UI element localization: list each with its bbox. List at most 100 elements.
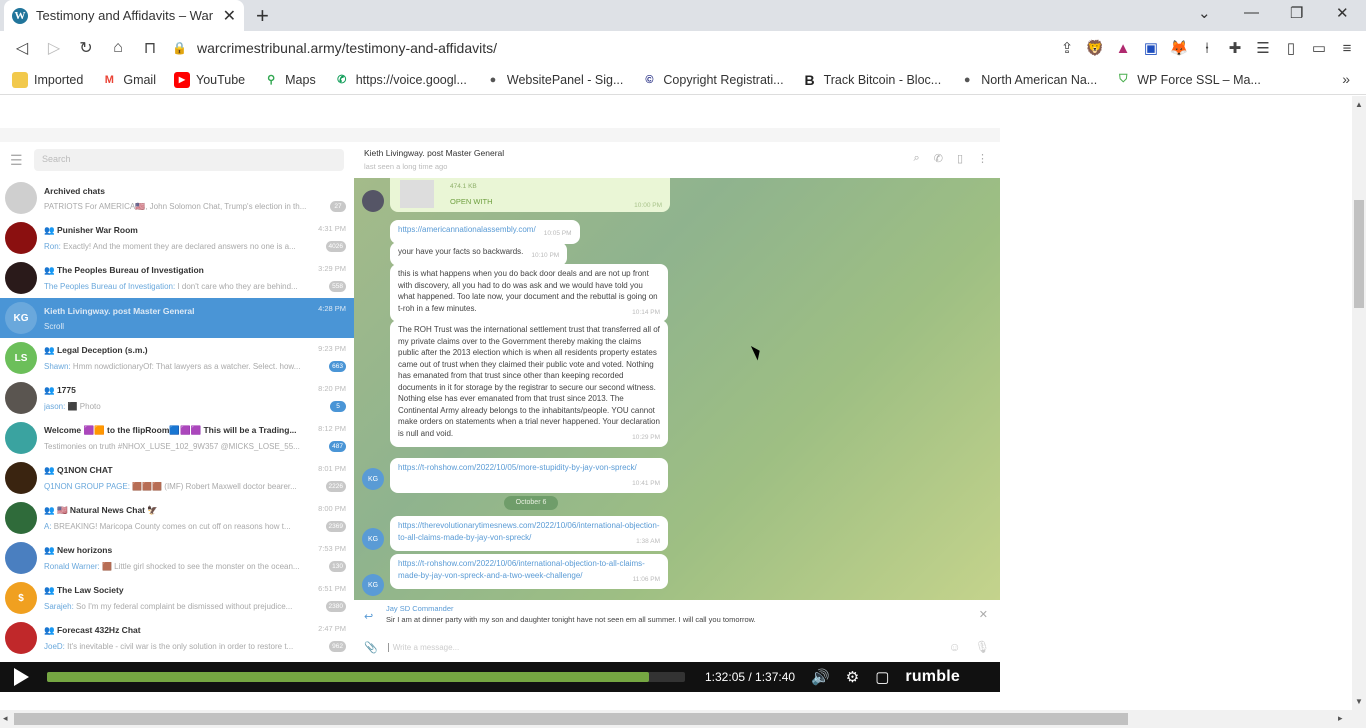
minimize-button[interactable]: — <box>1244 4 1259 21</box>
chat-name-text: 🇺🇸 Natural News Chat 🦅 <box>56 505 158 515</box>
menu-icon[interactable]: ≡ <box>1338 39 1356 57</box>
home-button[interactable]: ⌂ <box>102 39 134 57</box>
chat-avatar <box>5 182 37 214</box>
bookmark-voice[interactable]: ✆ https://voice.googl... <box>334 72 467 88</box>
chat-time: 6:51 PM <box>318 584 346 593</box>
chat-list-item[interactable]: 👥 🇺🇸 Natural News Chat 🦅 A: BREAKING! Mar… <box>0 498 354 538</box>
back-button[interactable]: ◁ <box>6 38 38 58</box>
phone-call-icon[interactable]: ✆ <box>934 152 943 165</box>
rumble-logo[interactable]: rumble <box>905 668 960 686</box>
scrollbar-thumb[interactable] <box>14 713 1128 725</box>
file-message[interactable]: 474.1 KB OPEN WITH 10:00 PM <box>390 178 670 212</box>
volume-icon[interactable]: 🔊 <box>811 668 830 686</box>
bookmark-maps[interactable]: ⚲ Maps <box>263 72 316 88</box>
chat-body: 👥 Q1NON CHAT Q1NON GROUP PAGE: 🟫🟫🟫 (IMF) … <box>44 465 346 491</box>
scrollbar-thumb[interactable] <box>1354 200 1364 308</box>
message-link[interactable]: https://t-rohshow.com/2022/10/05/more-st… <box>398 463 637 472</box>
chat-list-item[interactable]: LS 👥 Legal Deception (s.m.) Shawn: Hmm now… <box>0 338 354 378</box>
chat-name-text: The Peoples Bureau of Investigation <box>56 265 204 275</box>
unread-badge: 962 <box>329 641 346 652</box>
bookmark-button[interactable]: ⊓ <box>134 38 166 58</box>
wallet-icon[interactable]: ▭ <box>1310 39 1328 57</box>
chat-list-item[interactable]: KG Kieth Livingway. post Master General S… <box>0 298 354 338</box>
message-bubble[interactable]: https://t-rohshow.com/2022/10/05/more-st… <box>390 458 668 493</box>
forward-button[interactable]: ▷ <box>38 38 70 58</box>
new-tab-button[interactable]: + <box>256 3 269 29</box>
more-options-icon[interactable]: ⋮ <box>977 152 988 165</box>
attach-icon[interactable]: 📎 <box>364 641 378 654</box>
brave-rewards-icon[interactable]: ▲ <box>1114 39 1132 57</box>
conversation-title[interactable]: Kieth Livingway. post Master General <box>364 148 990 158</box>
reload-button[interactable]: ↻ <box>70 38 102 58</box>
message-link[interactable]: https://t-rohshow.com/2022/10/06/interna… <box>398 559 645 580</box>
sidebar-toggle-icon[interactable]: ▯ <box>957 152 963 165</box>
chat-list-panel: ☰ Search Archived chats PATRIOTS For AME… <box>0 142 354 662</box>
bookmark-youtube[interactable]: ▶ YouTube <box>174 71 245 88</box>
chat-list-item[interactable]: 👥 Q1NON CHAT Q1NON GROUP PAGE: 🟫🟫🟫 (IMF) … <box>0 458 354 498</box>
microphone-icon[interactable]: 🎙 <box>975 640 990 654</box>
settings-gear-icon[interactable]: ⚙ <box>846 668 859 686</box>
close-tab-icon[interactable]: ✕ <box>223 6 236 26</box>
scroll-left-arrow-icon[interactable]: ◂ <box>3 713 8 724</box>
chat-preview-text: Scroll <box>44 321 65 331</box>
bookmark-track-bitcoin[interactable]: B Track Bitcoin - Bloc... <box>802 72 942 88</box>
chat-preview: Q1NON GROUP PAGE: 🟫🟫🟫 (IMF) Robert Maxwe… <box>44 482 346 491</box>
browser-tab-active[interactable]: W Testimony and Affidavits – War Cr ✕ <box>4 0 244 31</box>
brave-shield-icon[interactable]: 🦁 <box>1086 39 1105 57</box>
more-bookmarks-icon[interactable]: » <box>1342 71 1350 87</box>
play-button[interactable] <box>14 668 29 686</box>
tab-search-chevron-icon[interactable]: ⌄ <box>1198 4 1211 22</box>
chat-body: 👥 Punisher War Room Ron: Exactly! And the… <box>44 225 346 251</box>
file-thumbnail <box>400 180 434 208</box>
scroll-right-arrow-icon[interactable]: ▸ <box>1338 713 1343 724</box>
search-input[interactable]: Search <box>34 149 344 171</box>
bookmark-websitepanel[interactable]: ● WebsitePanel - Sig... <box>485 72 624 88</box>
bookmark-copyright[interactable]: © Copyright Registrati... <box>641 72 783 88</box>
media-playlist-icon[interactable]: ☰ <box>1254 39 1272 57</box>
message-link[interactable]: https://americannationalassembly.com/ <box>398 225 536 234</box>
fullscreen-icon[interactable]: ▢ <box>875 668 889 686</box>
sidebar-icon[interactable]: ▯ <box>1282 39 1300 57</box>
last-seen-status: last seen a long time ago <box>364 162 448 171</box>
extensions-puzzle-icon[interactable]: ✚ <box>1226 39 1244 57</box>
restore-button[interactable]: ❐ <box>1290 4 1303 22</box>
chat-list-item[interactable]: 👥 New horizons Ronald Warner: 🟫 Little gi… <box>0 538 354 578</box>
close-window-button[interactable]: ✕ <box>1336 4 1349 22</box>
reply-text: Sir I am at dinner party with my son and… <box>386 615 756 624</box>
bookmark-gmail[interactable]: M Gmail <box>101 72 156 88</box>
horizontal-scrollbar[interactable]: ◂ ▸ <box>0 710 1366 728</box>
telegram-titlebar <box>0 128 1000 142</box>
metamask-icon[interactable]: 🦊 <box>1170 39 1189 57</box>
bookmark-imported[interactable]: Imported <box>12 71 83 88</box>
chat-list-item[interactable]: Welcome 🟪🟧 to the flipRoom🟦🟪🟪 This will … <box>0 418 354 458</box>
emoji-icon[interactable]: ☺ <box>949 640 961 654</box>
scroll-up-arrow-icon[interactable]: ▲ <box>1355 100 1363 109</box>
message-input[interactable]: Write a message... <box>387 642 935 652</box>
progress-bar[interactable] <box>47 672 685 682</box>
open-with-button[interactable]: OPEN WITH <box>450 196 493 208</box>
chat-list-item[interactable]: 👥 1775 jason: ⬛ Photo 8:20 PM 5 <box>0 378 354 418</box>
bookmark-wp-force-ssl[interactable]: ⛉ WP Force SSL – Ma... <box>1115 72 1261 88</box>
vertical-scrollbar[interactable]: ▲ ▼ <box>1352 96 1366 710</box>
chat-list-item[interactable]: Archived chats PATRIOTS For AMERICA🇺🇸, J… <box>0 178 354 218</box>
group-icon: 👥 <box>44 585 57 595</box>
message-bubble[interactable]: https://therevolutionarytimesnews.com/20… <box>390 516 668 551</box>
hamburger-menu-icon[interactable]: ☰ <box>10 152 34 169</box>
chat-list-item[interactable]: 👥 The Peoples Bureau of Investigation The… <box>0 258 354 298</box>
message-time: 10:10 PM <box>531 252 560 259</box>
chat-list-item[interactable]: 👥 Forecast 432Hz Chat JoeD: It's inevitab… <box>0 618 354 658</box>
message-link[interactable]: https://therevolutionarytimesnews.com/20… <box>398 521 659 542</box>
cancel-reply-icon[interactable]: ✕ <box>979 608 988 621</box>
chat-list-item[interactable]: 👥 Punisher War Room Ron: Exactly! And the… <box>0 218 354 258</box>
bitwarden-icon[interactable]: ▣ <box>1142 39 1160 57</box>
pen-extension-icon[interactable]: ⍿ <box>1198 39 1216 57</box>
address-bar[interactable]: 🔒 warcrimestribunal.army/testimony-and-a… <box>172 34 1022 62</box>
scroll-down-arrow-icon[interactable]: ▼ <box>1355 697 1363 706</box>
share-icon[interactable]: ⇪ <box>1058 39 1076 57</box>
chat-list-item[interactable]: $ 👥 The Law Society Sarajeh: So I'm my fed… <box>0 578 354 618</box>
message-bubble[interactable]: https://americannationalassembly.com/10:… <box>390 220 580 244</box>
chat-preview-text: Exactly! And the moment they are declare… <box>63 242 296 251</box>
bookmark-north-american[interactable]: ● North American Na... <box>959 72 1097 88</box>
message-bubble[interactable]: https://t-rohshow.com/2022/10/06/interna… <box>390 554 668 589</box>
search-icon[interactable]: ⌕ <box>914 152 920 165</box>
